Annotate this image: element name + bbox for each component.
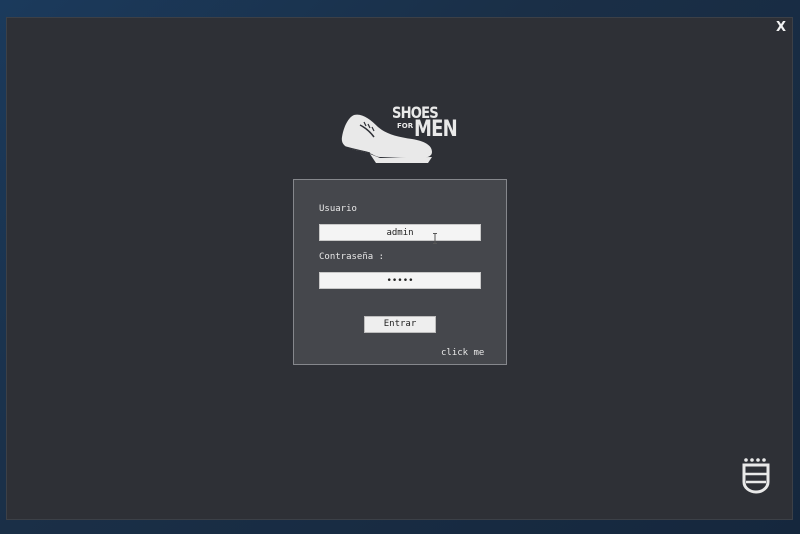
enter-button[interactable]: Entrar — [364, 316, 436, 333]
login-window: X SHOES FOR MEN Usuario Contraseña : Ent… — [6, 17, 793, 520]
desktop: X SHOES FOR MEN Usuario Contraseña : Ent… — [0, 0, 800, 534]
click-me-link[interactable]: click me — [441, 348, 484, 358]
username-label: Usuario — [319, 204, 357, 214]
username-field[interactable] — [319, 224, 481, 241]
shield-icon — [742, 458, 770, 494]
password-label: Contraseña : — [319, 252, 385, 262]
login-panel: Usuario Contraseña : Entrar click me — [293, 179, 507, 365]
logo-text-men: MEN — [414, 117, 458, 142]
shoes-for-men-logo: SHOES FOR MEN — [340, 103, 465, 165]
password-field[interactable] — [319, 272, 481, 289]
close-button[interactable]: X — [774, 20, 788, 36]
logo-text-for: FOR — [397, 122, 414, 130]
text-cursor-icon — [433, 233, 437, 244]
